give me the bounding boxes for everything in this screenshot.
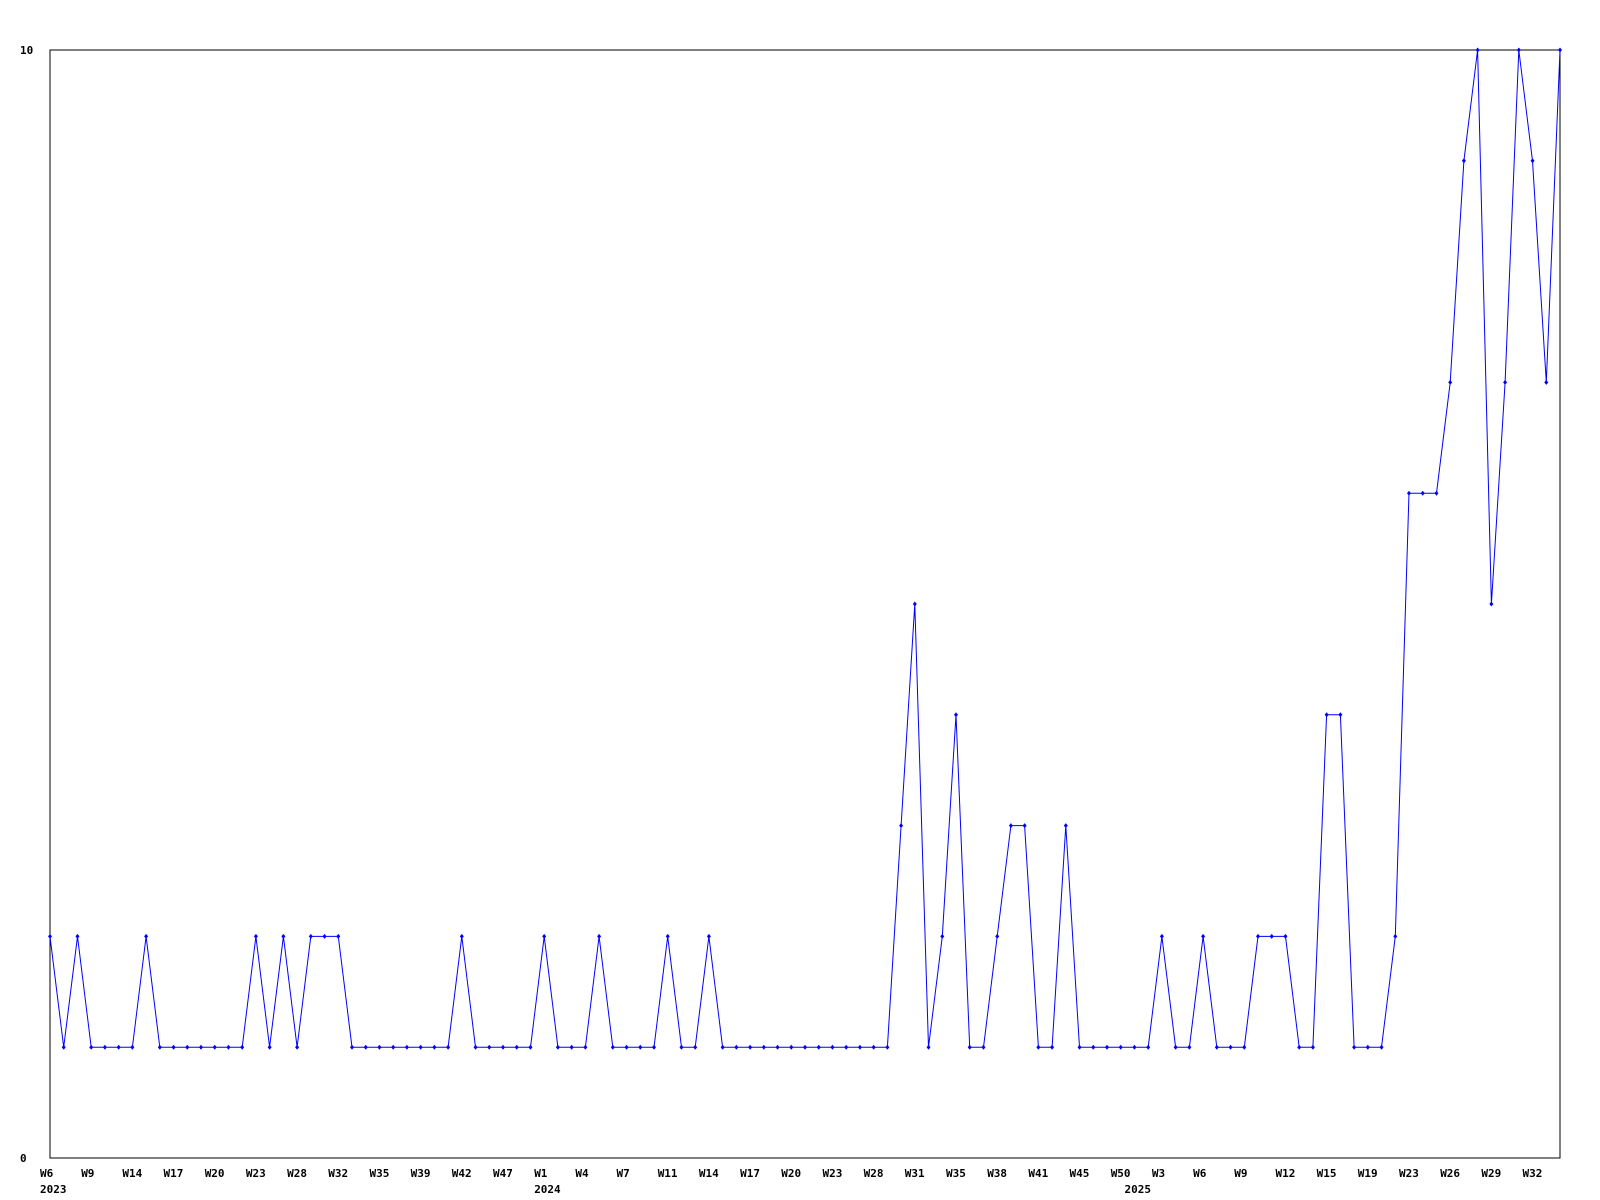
x-tick-label: W4 [575,1167,589,1180]
x-tick-label: W6 [40,1167,54,1180]
year-label: 2025 [1125,1183,1152,1196]
x-tick-label: W26 [1440,1167,1460,1180]
y-tick-label-max: 10 [20,44,33,57]
x-tick-label: W19 [1358,1167,1378,1180]
line-chart: 10 0 W6 W9 W14 W17 W20 W23 W28 W32 W35 W39 W42 W47 W… [20,44,1562,1196]
x-tick-label: W35 [370,1167,390,1180]
x-tick-label: W28 [287,1167,307,1180]
x-tick-label: W31 [905,1167,925,1180]
x-tick-label: W9 [1234,1167,1247,1180]
x-tick-label: W41 [1028,1167,1048,1180]
year-label: 2024 [534,1183,561,1196]
year-labels: 2023 2024 2025 [40,1183,1151,1196]
x-tick-label: W28 [864,1167,884,1180]
year-label: 2023 [40,1183,67,1196]
x-tick-label: W15 [1317,1167,1337,1180]
x-tick-label: W1 [534,1167,548,1180]
x-tick-label: W12 [1276,1167,1296,1180]
x-axis-labels: W6 W9 W14 W17 W20 W23 W28 W32 W35 W39 W42 W47 W1 W4 W7… [40,1167,1542,1180]
x-tick-label: W39 [411,1167,431,1180]
x-tick-label: W11 [658,1167,678,1180]
x-tick-label: W29 [1481,1167,1501,1180]
x-tick-label: W32 [328,1167,348,1180]
x-tick-label: W38 [987,1167,1007,1180]
x-tick-label: W17 [740,1167,760,1180]
x-tick-label: W17 [164,1167,184,1180]
x-tick-label: W7 [617,1167,630,1180]
x-tick-label: W42 [452,1167,472,1180]
y-tick-label-min: 0 [20,1152,27,1165]
x-tick-label: W50 [1111,1167,1131,1180]
x-tick-label: W20 [205,1167,225,1180]
x-tick-label: W32 [1523,1167,1543,1180]
x-tick-label: W45 [1070,1167,1090,1180]
x-tick-label: W23 [1399,1167,1419,1180]
x-tick-label: W14 [122,1167,142,1180]
x-tick-label: W14 [699,1167,719,1180]
x-tick-label: W23 [246,1167,266,1180]
x-tick-label: W35 [946,1167,966,1180]
x-tick-label: W20 [781,1167,801,1180]
x-tick-label: W9 [81,1167,94,1180]
x-tick-label: W3 [1152,1167,1165,1180]
x-tick-label: W23 [823,1167,843,1180]
x-tick-label: W6 [1193,1167,1207,1180]
x-tick-label: W47 [493,1167,513,1180]
